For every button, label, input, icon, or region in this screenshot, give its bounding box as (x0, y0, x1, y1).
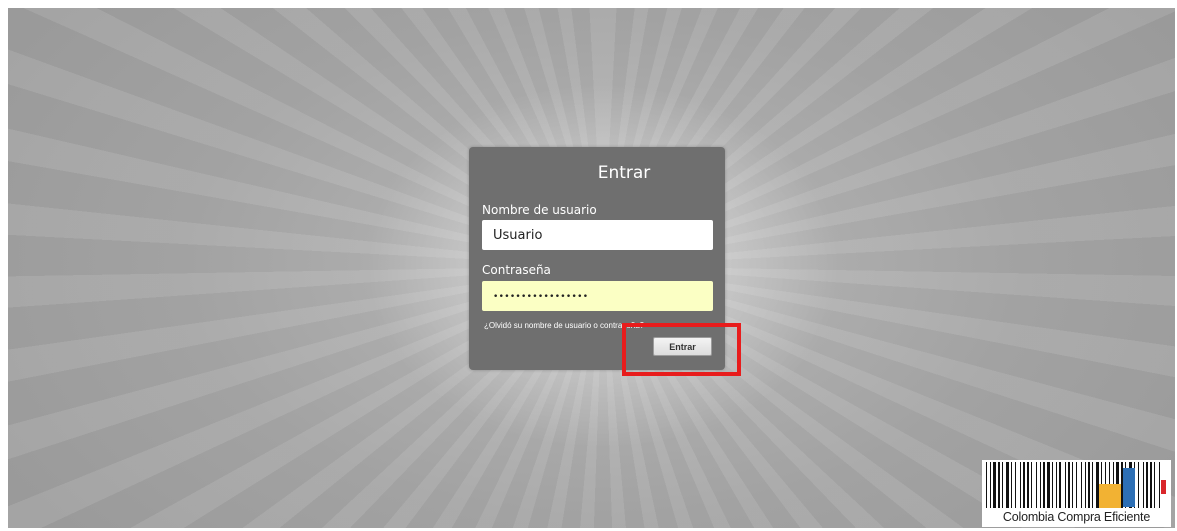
login-title: Entrar (597, 163, 651, 183)
submit-button[interactable]: Entrar (653, 337, 712, 356)
password-label: Contraseña (482, 263, 551, 277)
login-panel: Entrar Nombre de usuario Contraseña ••••… (469, 147, 725, 370)
barcode-icon (986, 462, 1166, 508)
username-label: Nombre de usuario (482, 203, 597, 217)
logo-blue-block (1123, 468, 1135, 507)
username-input[interactable] (482, 220, 713, 250)
forgot-credentials-link[interactable]: ¿Olvidó su nombre de usuario o contraseñ… (484, 321, 644, 330)
password-mask: ••••••••••••••••• (493, 292, 589, 302)
logo-yellow-block (1099, 484, 1121, 508)
logo-red-block (1161, 480, 1166, 494)
password-input[interactable]: ••••••••••••••••• (482, 281, 713, 311)
brand-name: Colombia Compra Eficiente (1002, 510, 1151, 524)
login-page-background: Entrar Nombre de usuario Contraseña ••••… (8, 8, 1175, 528)
colombia-compra-eficiente-logo: Colombia Compra Eficiente (982, 460, 1171, 527)
